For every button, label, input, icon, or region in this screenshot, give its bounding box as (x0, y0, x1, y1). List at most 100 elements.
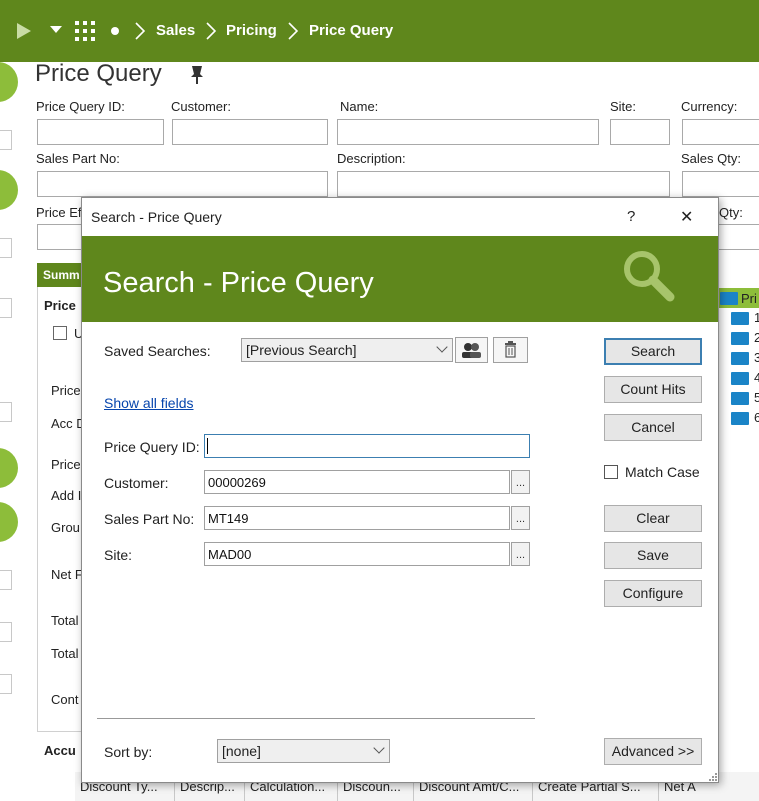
folder-icon[interactable] (731, 392, 749, 405)
price-query-id-label: Price Query ID: (104, 439, 200, 455)
summary-panel (37, 287, 87, 732)
users-icon (462, 343, 481, 358)
tree-item[interactable]: 3 (754, 350, 759, 365)
customer-lov-button[interactable]: ... (511, 470, 530, 494)
sales-part-no-input[interactable]: MT149 (204, 506, 510, 530)
checkbox[interactable] (53, 326, 67, 340)
rail-save-button[interactable] (0, 448, 18, 488)
site-lov-button[interactable]: ... (511, 542, 530, 566)
left-label: Price (51, 457, 81, 472)
dialog-titlebar[interactable]: Search - Price Query ? ✕ (82, 198, 718, 236)
rail-home-icon[interactable] (0, 130, 12, 150)
save-button[interactable]: Save (604, 542, 702, 569)
breadcrumb-sales[interactable]: Sales (156, 22, 195, 39)
close-icon[interactable]: ✕ (680, 207, 693, 227)
divider (97, 718, 535, 719)
left-label: Total (51, 613, 79, 628)
dialog-header-title: Search - Price Query (103, 267, 374, 299)
breadcrumb-chevron-icon (288, 22, 298, 40)
sales-qty-field[interactable] (682, 171, 759, 197)
rail-icon[interactable] (0, 238, 12, 258)
left-label: Grou (51, 520, 80, 535)
search-button[interactable]: Search (604, 338, 702, 365)
site-field[interactable] (610, 119, 670, 145)
breadcrumb-chevron-icon (206, 22, 216, 40)
summary-tab[interactable]: Summ (37, 263, 87, 287)
currency-field[interactable] (682, 119, 759, 145)
customer-input[interactable]: 00000269 (204, 470, 510, 494)
sort-by-dropdown[interactable]: [none] (217, 739, 390, 763)
price-query-id-label: Price Query ID: (36, 99, 125, 114)
folder-icon (720, 292, 738, 305)
folder-icon[interactable] (731, 352, 749, 365)
folder-icon[interactable] (731, 372, 749, 385)
page-title: Price Query (35, 60, 162, 87)
folder-icon[interactable] (731, 412, 749, 425)
rail-save-button[interactable] (0, 502, 18, 542)
tree-item[interactable]: 5 (754, 390, 759, 405)
name-field[interactable] (337, 119, 599, 145)
site-input[interactable]: MAD00 (204, 542, 510, 566)
dialog-header: Search - Price Query (82, 236, 718, 322)
customer-label: Customer: (171, 99, 231, 114)
folder-icon[interactable] (731, 312, 749, 325)
customer-label: Customer: (104, 475, 169, 491)
description-field[interactable] (337, 171, 670, 197)
sales-part-no-field[interactable] (37, 171, 328, 197)
play-icon[interactable] (16, 22, 32, 40)
apps-grid-icon[interactable] (75, 21, 95, 41)
resize-grip-icon[interactable] (708, 772, 718, 782)
match-case-checkbox[interactable] (604, 465, 618, 479)
search-icon (624, 251, 675, 302)
rail-icon[interactable] (0, 298, 12, 318)
tree-item[interactable]: 1 (754, 310, 759, 325)
qty-field[interactable] (715, 224, 759, 250)
site-label: Site: (610, 99, 637, 114)
chevron-down-icon[interactable] (50, 26, 62, 34)
tree-item[interactable]: 6 (754, 410, 759, 425)
share-search-button[interactable] (455, 337, 488, 363)
breadcrumb-chevron-icon (135, 22, 145, 40)
show-all-fields-link[interactable]: Show all fields (104, 395, 194, 411)
pin-icon[interactable] (189, 66, 205, 84)
rail-add-button[interactable] (0, 170, 18, 210)
chevron-down-icon (373, 742, 385, 754)
rail-icon[interactable] (0, 622, 12, 642)
breadcrumb-pricing[interactable]: Pricing (226, 22, 277, 39)
rail-search-button[interactable] (0, 62, 18, 102)
sales-part-no-label: Sales Part No: (36, 151, 120, 166)
price-group-label: Price (44, 298, 76, 313)
advanced-button[interactable]: Advanced >> (604, 738, 702, 765)
left-label: Net F (51, 567, 83, 582)
customer-field[interactable] (172, 119, 328, 145)
sort-by-value: [none] (222, 743, 261, 759)
price-query-id-field[interactable] (37, 119, 164, 145)
rail-icon[interactable] (0, 402, 12, 422)
sales-part-no-label: Sales Part No: (104, 511, 195, 527)
tree-root-label: Pri (741, 291, 757, 306)
delete-search-button[interactable] (493, 337, 528, 363)
folder-icon[interactable] (731, 332, 749, 345)
saved-searches-dropdown[interactable]: [Previous Search] (241, 338, 453, 362)
saved-searches-value: [Previous Search] (246, 342, 357, 358)
qty-label: Qty: (719, 205, 743, 220)
search-dialog: Search - Price Query ? ✕ Search - Price … (81, 197, 719, 783)
accumulated-label: Accu (44, 743, 76, 758)
help-icon[interactable]: ? (627, 208, 635, 225)
configure-button[interactable]: Configure (604, 580, 702, 607)
price-query-id-input[interactable] (204, 434, 530, 458)
dot-icon (111, 27, 119, 35)
left-label: Price (51, 383, 81, 398)
tree-item[interactable]: 4 (754, 370, 759, 385)
cancel-button[interactable]: Cancel (604, 414, 702, 441)
left-label: Cont (51, 692, 79, 707)
rail-icon[interactable] (0, 570, 12, 590)
sales-part-no-lov-button[interactable]: ... (511, 506, 530, 530)
tree-item[interactable]: 2 (754, 330, 759, 345)
count-hits-button[interactable]: Count Hits (604, 376, 702, 403)
clear-button[interactable]: Clear (604, 505, 702, 532)
breadcrumb-price-query[interactable]: Price Query (309, 22, 393, 39)
match-case-label: Match Case (625, 464, 700, 480)
trash-icon (505, 341, 516, 358)
rail-icon[interactable] (0, 674, 12, 694)
